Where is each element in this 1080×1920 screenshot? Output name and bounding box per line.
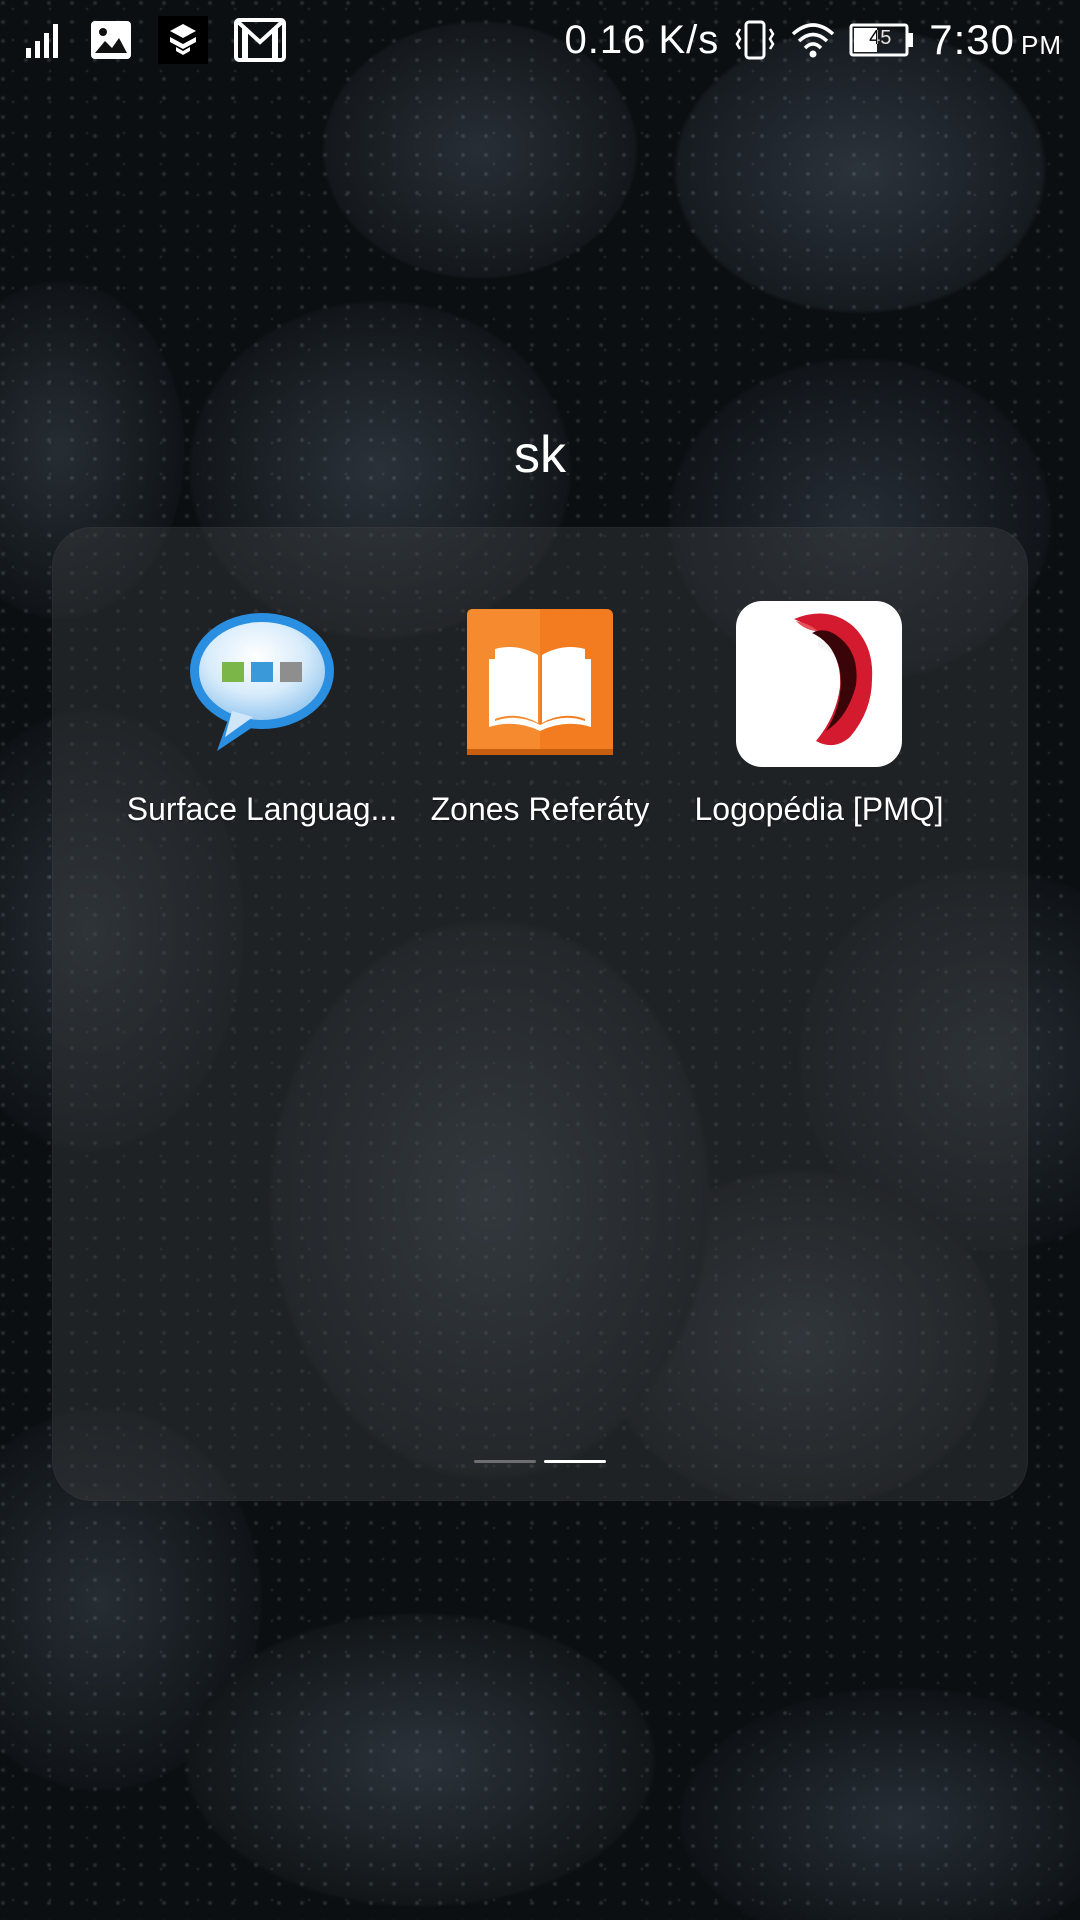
battery-level: 45 <box>869 27 892 49</box>
open-mouth-icon <box>734 599 904 769</box>
status-bar[interactable]: 0.16 K/s 45 7:30 PM <box>0 0 1080 80</box>
page-indicator[interactable] <box>52 1460 1028 1463</box>
folder-panel: Surface Languag... Zones Referáty Logopé… <box>52 527 1028 1501</box>
vibrate-icon <box>733 19 777 61</box>
signal-icon <box>24 22 64 58</box>
folder-title[interactable]: sk <box>0 425 1080 485</box>
app-logopedia[interactable]: Logopédia [PMQ] <box>674 599 964 828</box>
wifi-icon <box>791 22 835 58</box>
status-right-area: 0.16 K/s 45 7:30 PM <box>564 14 1062 66</box>
app-label: Logopédia [PMQ] <box>694 791 944 827</box>
battery-icon: 45 <box>849 23 915 57</box>
ampm: PM <box>1021 30 1062 60</box>
status-left-icons <box>24 14 286 66</box>
app-surface-language[interactable]: Surface Languag... <box>117 599 407 828</box>
network-speed: 0.16 K/s <box>564 17 720 62</box>
app-zones-referaty[interactable]: Zones Referáty <box>395 599 685 828</box>
gmail-notification-icon <box>234 18 286 62</box>
page-dot-2[interactable] <box>544 1460 606 1463</box>
page-dot-1[interactable] <box>474 1460 536 1463</box>
app-label: Surface Languag... <box>126 791 398 827</box>
gallery-notification-icon <box>90 20 132 60</box>
chat-bubble-icon <box>177 599 347 769</box>
app-label: Zones Referáty <box>430 791 650 827</box>
open-book-icon <box>455 599 625 769</box>
app-notification-icon <box>158 16 208 64</box>
time: 7:30 <box>929 16 1015 63</box>
clock: 7:30 PM <box>929 16 1062 64</box>
